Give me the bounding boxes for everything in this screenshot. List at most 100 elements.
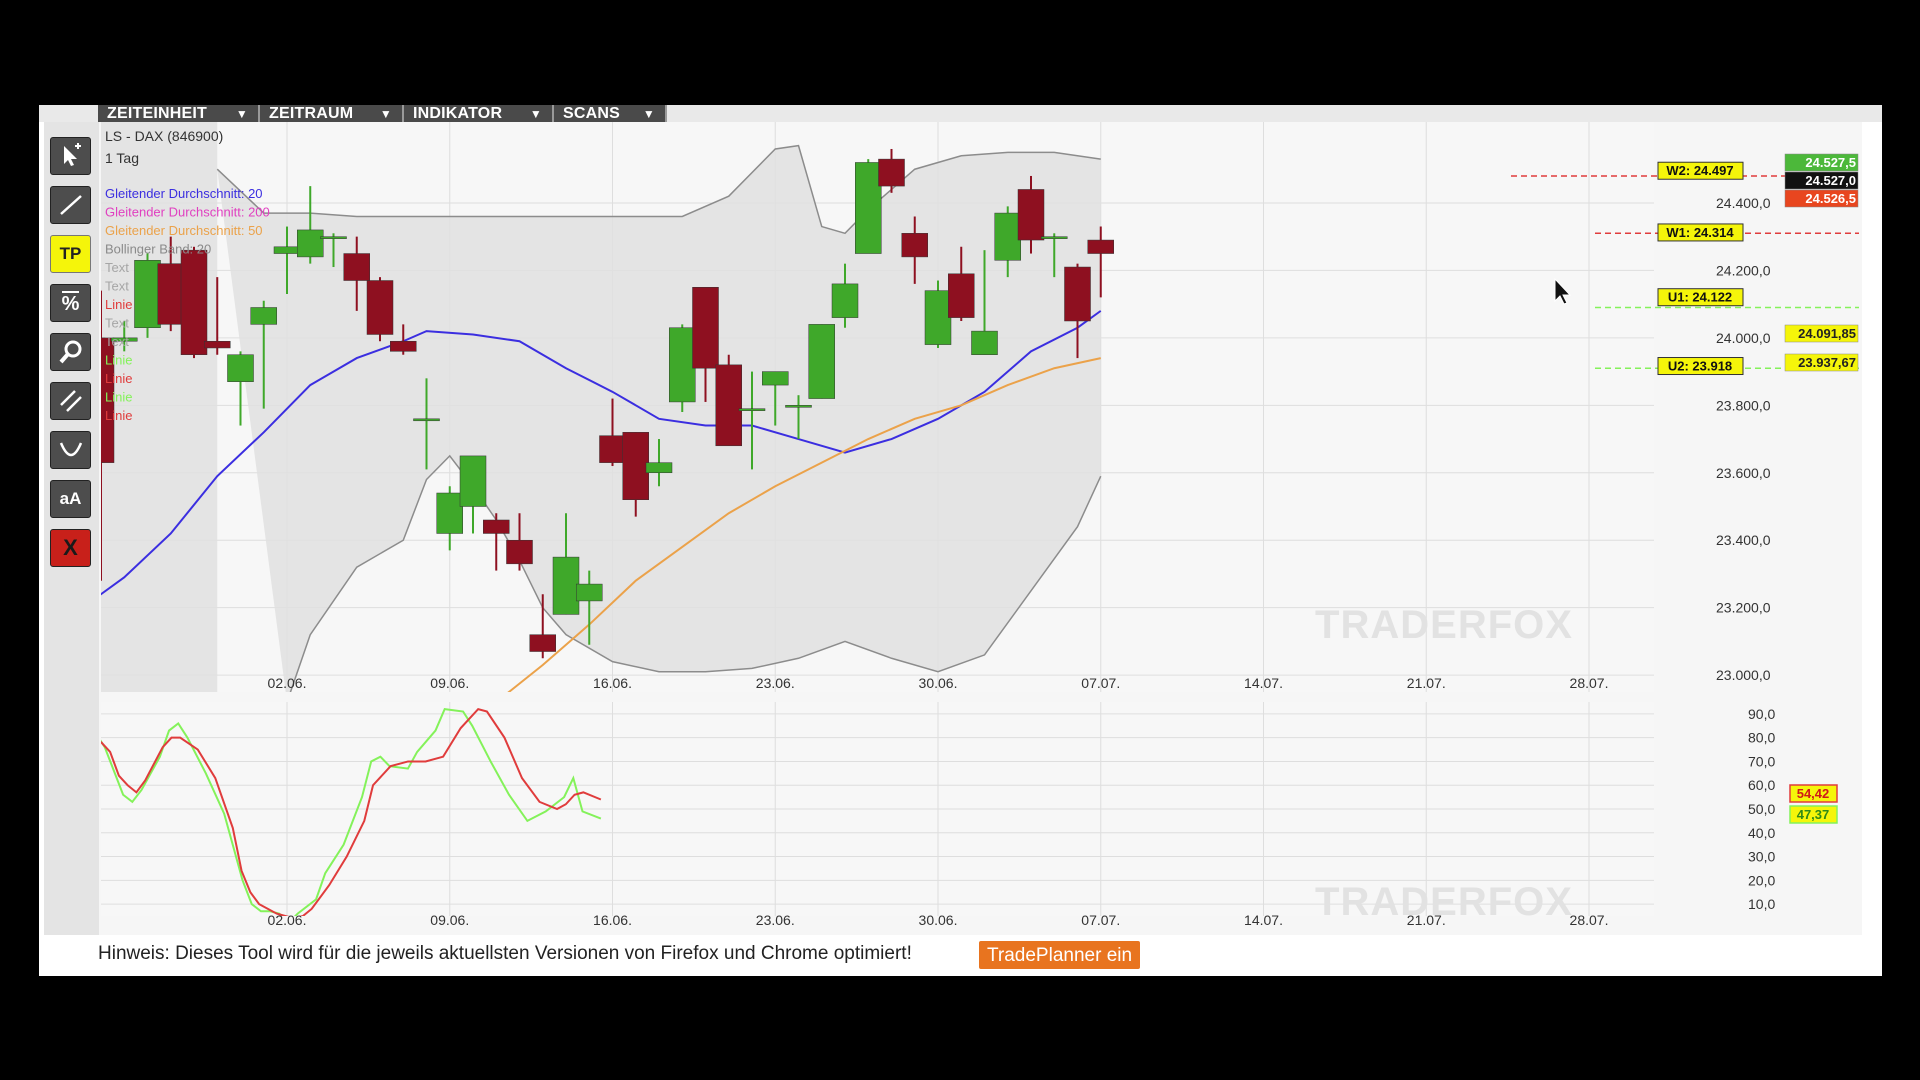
candle-down	[901, 233, 928, 258]
x-tick-label: 09.06.	[430, 675, 469, 691]
x-tick-label: 30.06.	[919, 675, 958, 691]
menu-scans[interactable]: SCANS ▼	[554, 105, 667, 122]
candle-down	[157, 263, 184, 325]
price-tag-label: 24.527,0	[1805, 173, 1856, 188]
candle-down	[366, 280, 394, 335]
legend-entry: Gleitender Durchschnitt: 50	[105, 223, 263, 238]
candle-up	[436, 492, 463, 534]
menu-zeitraum[interactable]: ZEITRAUM ▼	[260, 105, 404, 122]
legend-entry: Text	[105, 260, 129, 275]
price-tag-label: 24.091,85	[1798, 326, 1856, 341]
y-tick-label: 30,0	[1748, 849, 1775, 865]
candle-up	[413, 418, 440, 422]
chart-title: LS - DAX (846900)	[105, 128, 223, 144]
y-tick-label: 20,0	[1748, 872, 1775, 888]
candle-down	[390, 340, 417, 352]
candle-up	[320, 236, 347, 239]
candle-down	[483, 519, 510, 534]
x-tick-label: 23.06.	[756, 675, 795, 691]
y-tick-label: 23.800,0	[1716, 397, 1771, 413]
level-tag-label: U2: 23.918	[1668, 359, 1732, 374]
candle-down	[529, 634, 556, 652]
level-tag-label: U1: 24.122	[1668, 290, 1732, 305]
x-tick-label: 09.06.	[430, 912, 469, 928]
candle-up	[459, 455, 487, 507]
x-tick-label: 21.07.	[1407, 675, 1446, 691]
candle-down	[343, 253, 370, 281]
chart-subtitle: 1 Tag	[105, 150, 139, 166]
price-tag-label: 24.526,5	[1805, 191, 1856, 206]
browser-hint: Hinweis: Dieses Tool wird für die jeweil…	[98, 943, 912, 964]
menu-indikator[interactable]: INDIKATOR ▼	[404, 105, 554, 122]
y-tick-label: 24.400,0	[1716, 195, 1771, 211]
y-tick-label: 50,0	[1748, 801, 1775, 817]
candle-up	[831, 283, 859, 318]
candle-down	[622, 432, 649, 501]
chevron-down-icon: ▼	[642, 107, 655, 121]
y-tick-label: 24.200,0	[1716, 262, 1771, 278]
y-tick-label: 23.400,0	[1716, 532, 1771, 548]
candle-up	[576, 583, 603, 602]
candle-up	[785, 405, 812, 408]
candle-up	[762, 371, 789, 386]
candle-up	[250, 307, 277, 325]
legend-entry: Text	[105, 279, 129, 294]
footer: Hinweis: Dieses Tool wird für die jeweil…	[39, 935, 1882, 976]
level-tag-label: W2: 24.497	[1666, 163, 1733, 178]
y-tick-label: 23.200,0	[1716, 600, 1771, 616]
legend-entry: Linie	[105, 297, 132, 312]
candle-up	[971, 330, 998, 355]
chevron-down-icon: ▼	[529, 107, 542, 121]
candle-up	[924, 290, 952, 345]
oscillator-value-label: 54,42	[1797, 786, 1830, 801]
candle-up	[134, 260, 161, 328]
candle-down	[204, 340, 231, 349]
x-tick-label: 07.07.	[1081, 912, 1120, 928]
y-tick-label: 23.600,0	[1716, 465, 1771, 481]
legend-entry: Text	[105, 334, 129, 349]
chart-canvas: TRADERFOXTRADERFOX LS - DAX (846900) 1 T…	[65, 122, 1859, 928]
legend-entry: Bollinger Band: 20	[105, 242, 211, 257]
candle-up	[808, 324, 835, 399]
candle-up	[227, 354, 254, 382]
y-tick-label: 24.000,0	[1716, 330, 1771, 346]
legend-entry: Linie	[105, 353, 132, 368]
price-tags: W2: 24.497 W1: 24.314 U1: 24.122 U2: 23.918…	[1657, 153, 1859, 824]
x-tick-label: 14.07.	[1244, 675, 1283, 691]
legend-entry: Linie	[105, 408, 132, 423]
app-window: ZEITEINHEIT ▼ ZEITRAUM ▼ INDIKATOR ▼ SCANS ▼…	[39, 105, 1882, 976]
y-tick-label: 90,0	[1748, 706, 1775, 722]
candle-down	[948, 273, 975, 318]
y-tick-label: 60,0	[1748, 777, 1775, 793]
x-tick-label: 21.07.	[1407, 912, 1446, 928]
x-tick-label: 02.06.	[268, 675, 307, 691]
x-tick-label: 28.07.	[1570, 912, 1609, 928]
candle-up	[65, 338, 91, 340]
candle-up	[273, 246, 301, 254]
chart-area[interactable]: TP % aA X TRADERFOX TRADERFOX LS - DAX (…	[44, 122, 1862, 935]
y-tick-label: 80,0	[1748, 730, 1775, 746]
x-tick-label: 07.07.	[1081, 675, 1120, 691]
y-tick-label: 10,0	[1748, 896, 1775, 912]
tradeplanner-button[interactable]: TradePlanner ein	[979, 941, 1141, 969]
x-tick-label: 23.06.	[756, 912, 795, 928]
price-tag-label: 23.937,67	[1798, 355, 1856, 370]
chevron-down-icon: ▼	[235, 107, 248, 121]
x-tick-label: 16.06.	[593, 675, 632, 691]
candle-down	[878, 158, 905, 187]
legend-entry: Text	[105, 316, 129, 331]
candle-down	[1087, 239, 1114, 254]
legend-entry: Gleitender Durchschnitt: 200	[105, 205, 270, 220]
oscillator-value-label: 47,37	[1797, 807, 1830, 822]
candle-down	[692, 287, 719, 369]
candle-down	[599, 435, 626, 463]
y-tick-label: 70,0	[1748, 753, 1775, 769]
chevron-down-icon: ▼	[379, 107, 392, 121]
menu-zeiteinheit[interactable]: ZEITEINHEIT ▼	[98, 105, 260, 122]
candle-down	[715, 364, 742, 447]
menu-bar: ZEITEINHEIT ▼ ZEITRAUM ▼ INDIKATOR ▼ SCANS ▼	[39, 105, 1882, 122]
x-tick-label: 16.06.	[593, 912, 632, 928]
x-tick-label: 02.06.	[268, 912, 307, 928]
candle-up	[297, 229, 324, 258]
candle-down	[180, 249, 208, 355]
